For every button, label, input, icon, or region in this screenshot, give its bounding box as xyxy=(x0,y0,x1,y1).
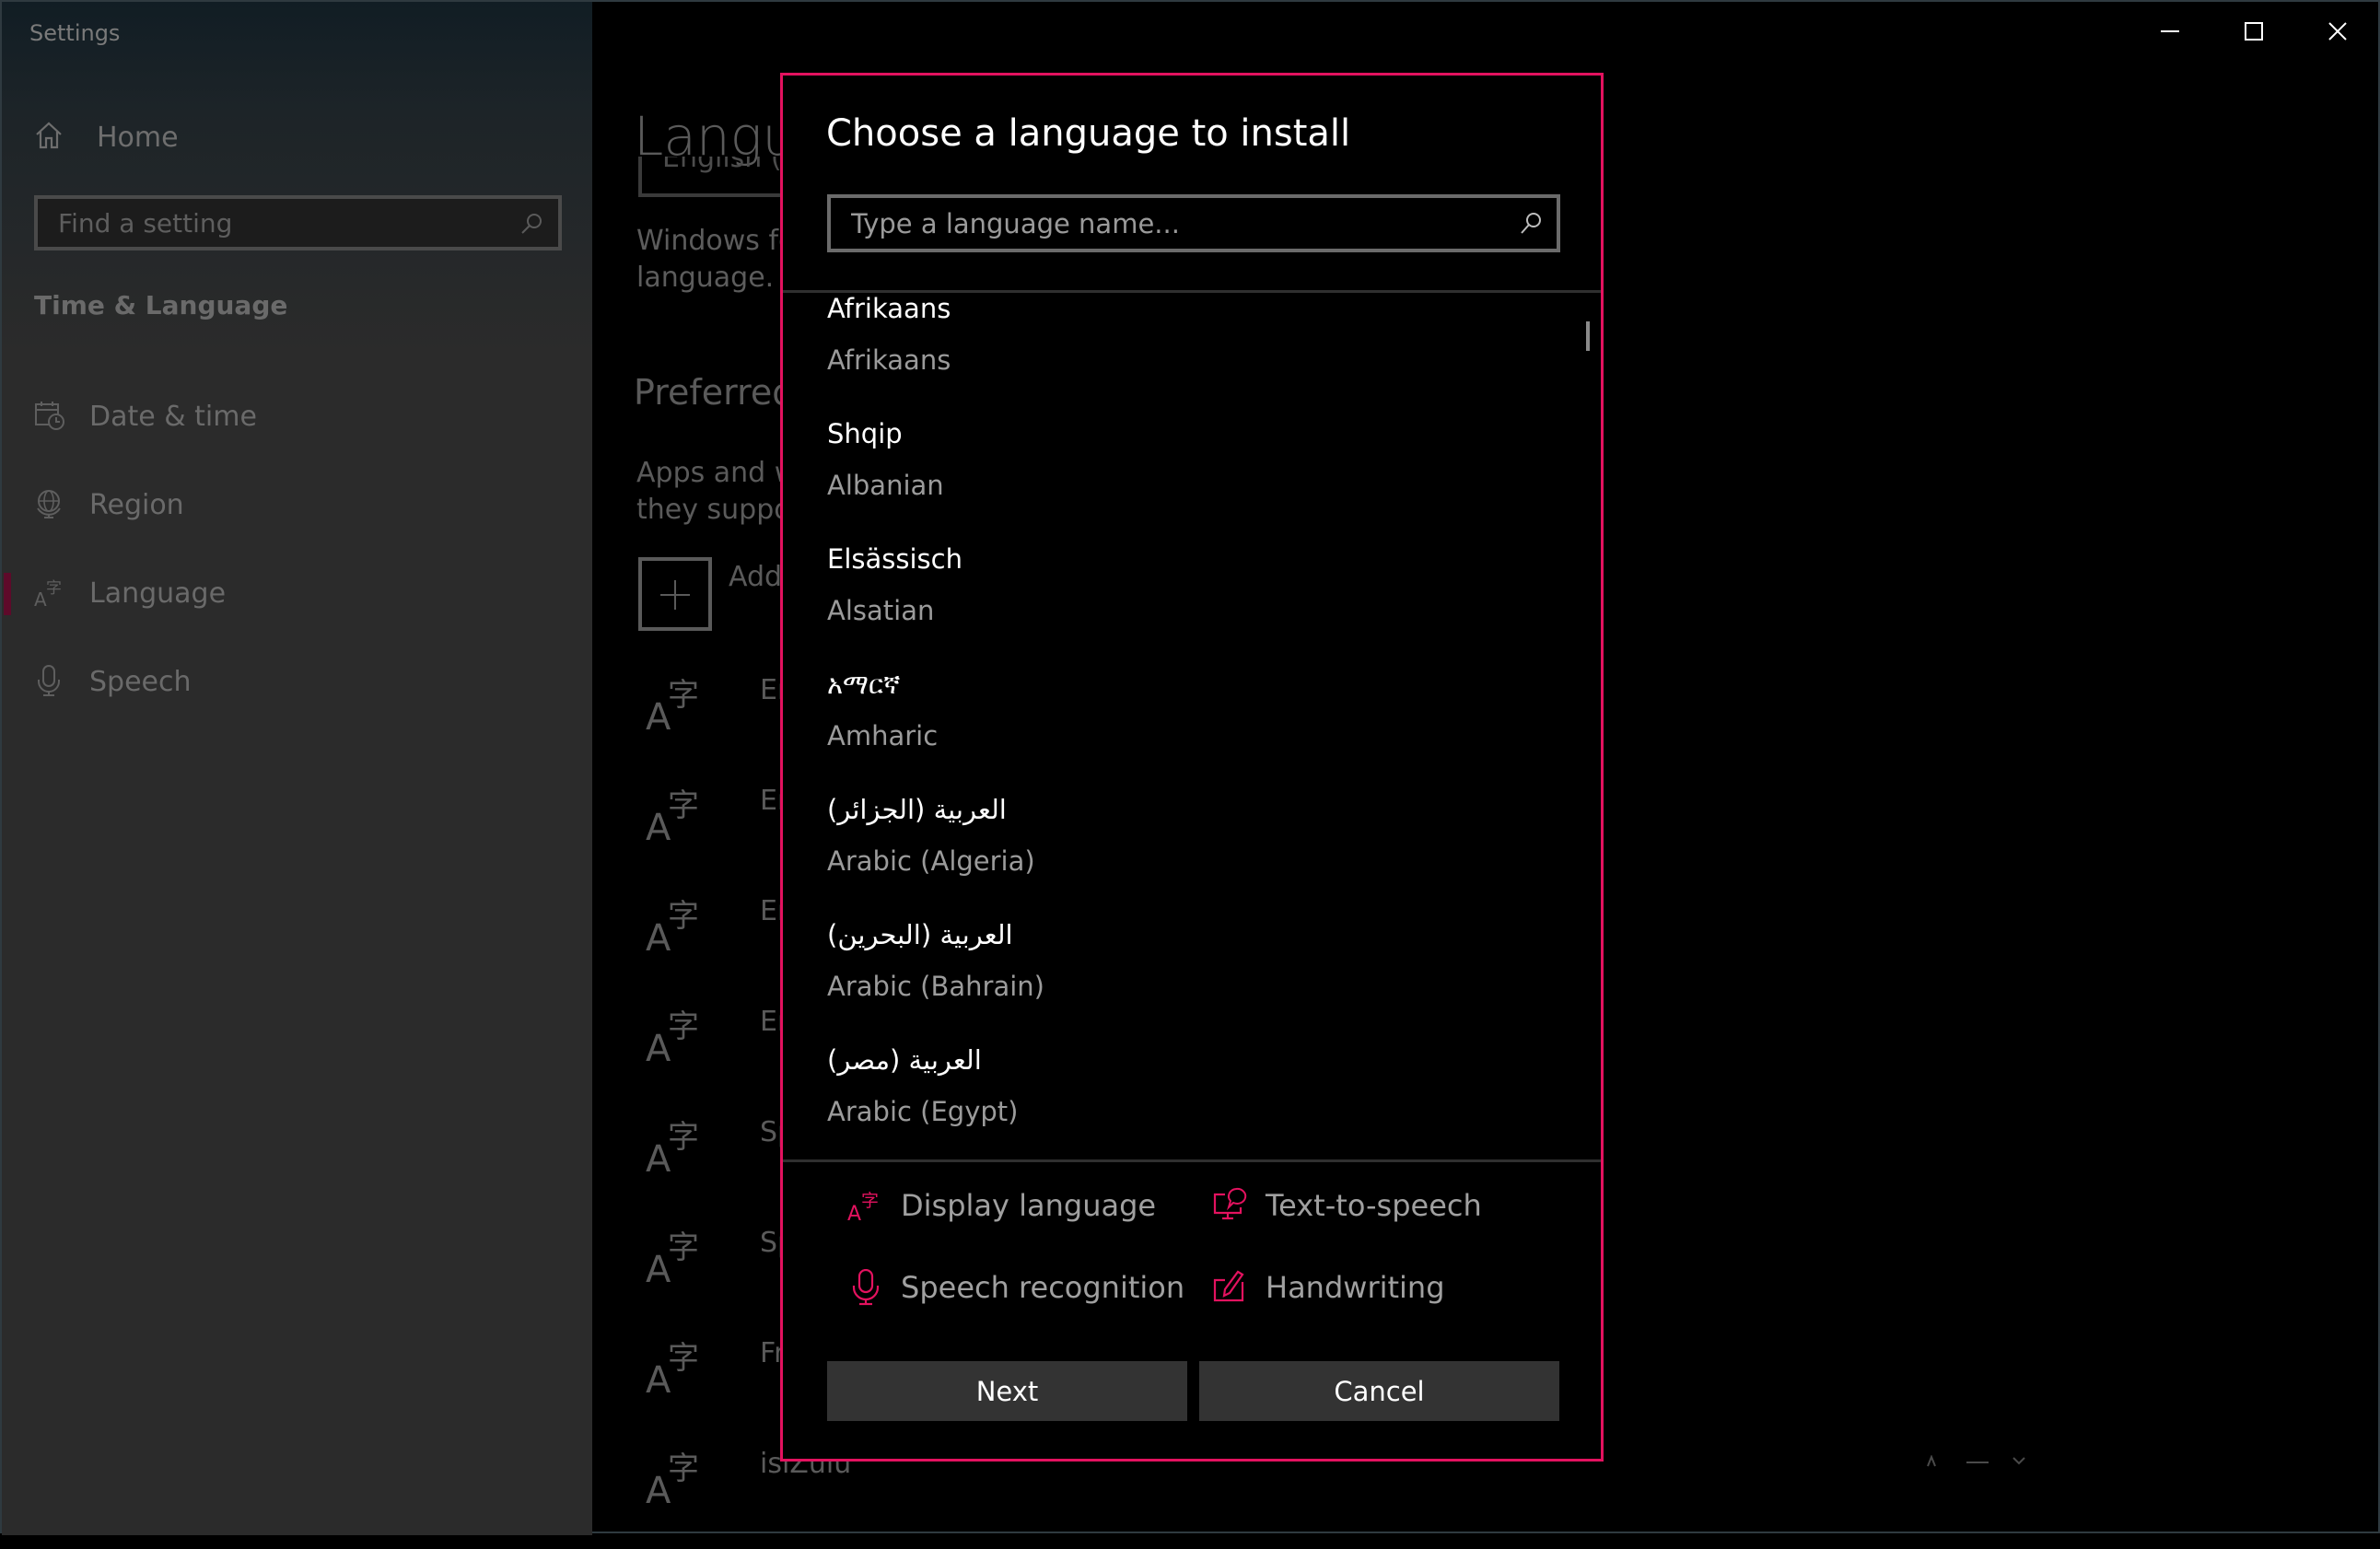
handwriting-icon xyxy=(1212,1269,1249,1306)
language-icon: A字 xyxy=(34,577,65,611)
language-english-name: Albanian xyxy=(827,470,944,501)
divider xyxy=(783,1159,1601,1162)
language-icon: A字 xyxy=(646,1006,701,1070)
globe-icon xyxy=(34,488,65,519)
language-native-name: Afrikaans xyxy=(827,293,951,324)
language-english-name: Arabic (Egypt) xyxy=(827,1096,1019,1127)
minimize-icon xyxy=(2161,30,2179,32)
language-native-name: العربية (الجزائر) xyxy=(827,794,1007,825)
app-title: Settings xyxy=(29,20,121,46)
speech-recognition-icon xyxy=(847,1268,884,1306)
language-list-scrollbar[interactable] xyxy=(1586,321,1590,351)
language-icon: A字 xyxy=(646,1448,701,1512)
language-english-name: Alsatian xyxy=(827,595,935,626)
sidebar-item-label: Speech xyxy=(89,665,192,698)
sidebar-item-label: Region xyxy=(89,488,184,521)
language-icon: A字 xyxy=(646,1227,701,1291)
settings-window: Settings Home Time & Language Date & tim… xyxy=(0,0,2380,1535)
svg-text:字: 字 xyxy=(668,1340,699,1377)
next-button[interactable]: Next xyxy=(827,1361,1187,1421)
preferred-language-item[interactable]: A 字 isiZulu xyxy=(638,1448,915,1549)
description-line: language. xyxy=(636,262,775,294)
svg-text:字: 字 xyxy=(668,1008,699,1045)
close-icon xyxy=(2328,22,2347,41)
cancel-button[interactable]: Cancel xyxy=(1199,1361,1559,1421)
language-list: Afrikaans Afrikaans Shqip Albanian Elsässisc… xyxy=(783,293,1601,1159)
feature-label: Handwriting xyxy=(1266,1270,1445,1305)
language-native-name: Shqip xyxy=(827,418,903,449)
selected-indicator xyxy=(4,573,11,615)
svg-text:A: A xyxy=(847,1203,861,1224)
language-list-item[interactable]: Elsässisch Alsatian xyxy=(827,543,1546,669)
maximize-button[interactable] xyxy=(2212,2,2295,61)
minimize-button[interactable] xyxy=(2129,2,2211,61)
display-language-icon: A字 xyxy=(847,1187,884,1226)
svg-text:字: 字 xyxy=(861,1191,879,1211)
search-icon[interactable] xyxy=(519,212,543,239)
sidebar-home-label: Home xyxy=(97,121,179,154)
feature-display-language: A字 Display language xyxy=(847,1182,1156,1229)
preferred-language-controls xyxy=(1882,1454,2066,1477)
language-icon: A字 xyxy=(646,1116,701,1181)
language-english-name: Afrikaans xyxy=(827,344,951,376)
sidebar-item-label: Language xyxy=(89,577,227,610)
maximize-icon xyxy=(2245,22,2263,41)
home-icon xyxy=(34,121,64,154)
svg-text:字: 字 xyxy=(668,898,699,935)
language-list-item[interactable]: Shqip Albanian xyxy=(827,418,1546,543)
language-english-name: Arabic (Bahrain) xyxy=(827,971,1044,1002)
sidebar-item-speech[interactable]: Speech xyxy=(2,652,592,711)
language-list-item[interactable]: አማርኛ Amharic xyxy=(827,669,1546,794)
language-native-name: አማርኛ xyxy=(827,669,901,700)
svg-text:A: A xyxy=(34,588,47,608)
add-language-button[interactable] xyxy=(638,557,712,631)
sidebar-item-language[interactable]: A字 Language xyxy=(2,564,592,623)
language-list-item[interactable]: العربية (الجزائر) Arabic (Algeria) xyxy=(827,794,1546,919)
language-native-name: العربية (البحرين) xyxy=(827,919,1013,950)
language-icon: A字 xyxy=(646,785,701,849)
language-english-name: Amharic xyxy=(827,720,939,751)
description-line: Windows features like Settings and File … xyxy=(636,225,802,257)
feature-label: Speech recognition xyxy=(901,1270,1185,1305)
microphone-icon xyxy=(34,665,65,696)
search-icon[interactable] xyxy=(1518,211,1544,240)
language-search-box[interactable] xyxy=(827,194,1560,252)
language-icon: A字 xyxy=(646,674,701,739)
dialog-title: Choose a language to install xyxy=(826,112,1351,155)
feature-label: Display language xyxy=(901,1188,1157,1223)
svg-text:字: 字 xyxy=(46,579,62,598)
svg-text:字: 字 xyxy=(668,1450,699,1487)
feature-text-to-speech: Text-to-speech xyxy=(1212,1182,1482,1229)
feature-handwriting: Handwriting xyxy=(1212,1264,1445,1310)
language-icon: A字 xyxy=(646,1337,701,1402)
feature-speech-recognition: Speech recognition xyxy=(847,1264,1184,1310)
close-button[interactable] xyxy=(2296,2,2379,61)
language-list-item[interactable]: Afrikaans Afrikaans xyxy=(827,293,1546,418)
svg-text:字: 字 xyxy=(668,677,699,714)
section-heading: Time & Language xyxy=(34,290,288,320)
sidebar-item-region[interactable]: Region xyxy=(2,475,592,534)
display-language-description: Windows features like Settings and File … xyxy=(636,223,802,297)
language-native-name: Elsässisch xyxy=(827,543,962,575)
language-icon: A字 xyxy=(646,895,701,960)
choose-language-dialog: Choose a language to install AfrikaansAf… xyxy=(780,73,1604,1462)
sidebar-item-home[interactable]: Home xyxy=(34,114,179,160)
language-list-item[interactable]: العربية (مصر) Arabic (Egypt) xyxy=(827,1044,1546,1159)
sidebar-item-label: Date & time xyxy=(89,400,257,433)
sidebar: Settings Home Time & Language Date & tim… xyxy=(2,2,592,1535)
find-setting-input[interactable] xyxy=(56,206,502,239)
find-setting-search[interactable] xyxy=(34,195,562,250)
language-native-name: العربية (مصر) xyxy=(827,1044,982,1076)
svg-text:字: 字 xyxy=(668,787,699,824)
calendar-clock-icon xyxy=(34,400,65,431)
language-search-input[interactable] xyxy=(849,206,1498,240)
language-english-name: Arabic (Algeria) xyxy=(827,845,1035,877)
text-to-speech-icon xyxy=(1212,1187,1249,1224)
svg-text:字: 字 xyxy=(668,1119,699,1156)
sidebar-item-date-time[interactable]: Date & time xyxy=(2,387,592,446)
svg-text:字: 字 xyxy=(668,1229,699,1266)
feature-label: Text-to-speech xyxy=(1266,1188,1482,1223)
language-list-item[interactable]: العربية (البحرين) Arabic (Bahrain) xyxy=(827,919,1546,1044)
